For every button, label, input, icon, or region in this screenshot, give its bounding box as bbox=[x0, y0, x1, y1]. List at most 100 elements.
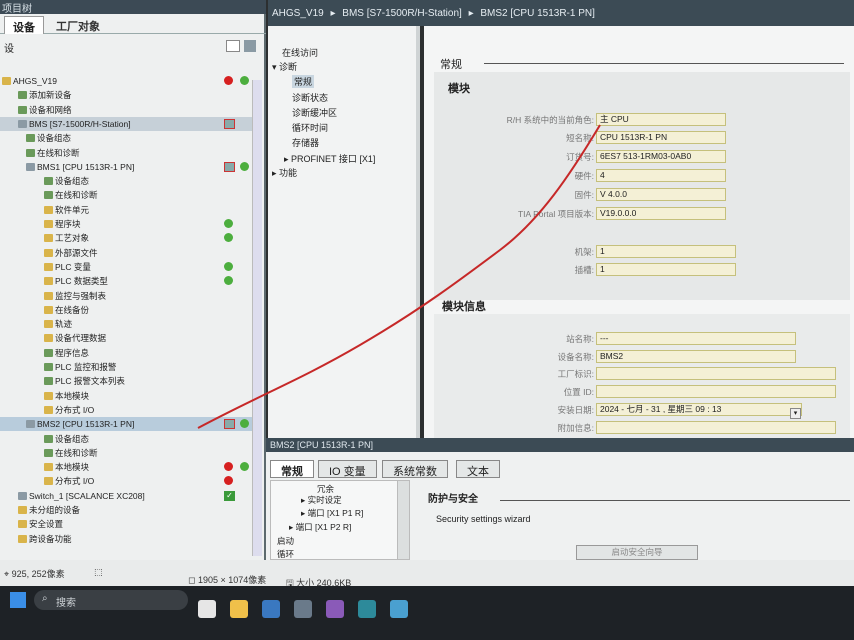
nav-functions[interactable]: ▸ 功能 bbox=[272, 166, 297, 179]
app-icon[interactable] bbox=[390, 600, 408, 618]
tree-item[interactable]: 设备代理数据 bbox=[0, 331, 262, 345]
nav-memory[interactable]: 存储器 bbox=[292, 136, 319, 149]
tree-item[interactable]: 在线和诊断 bbox=[0, 188, 262, 202]
tree-item[interactable]: 跨设备功能 bbox=[0, 532, 262, 546]
tree-item[interactable]: 分布式 I/O bbox=[0, 403, 262, 417]
ok-status-icon bbox=[240, 161, 249, 171]
tree-item-label: 设备和网络 bbox=[29, 104, 72, 115]
app-icon[interactable] bbox=[326, 600, 344, 618]
inspector-tab-general[interactable]: 常规 bbox=[270, 460, 314, 478]
tree-item[interactable]: 本地模块 bbox=[0, 460, 262, 474]
tree-node-icon bbox=[44, 448, 53, 457]
tree-item[interactable]: PLC 变量 bbox=[0, 260, 262, 274]
nav-diagnostic-buffer[interactable]: 诊断缓冲区 bbox=[292, 106, 337, 119]
tree-item[interactable]: PLC 数据类型 bbox=[0, 274, 262, 288]
nav-diagnostic-status[interactable]: 诊断状态 bbox=[292, 91, 328, 104]
inspector-nav-item[interactable]: ▸ 端口 [X1 P1 R] bbox=[301, 507, 363, 519]
tree-item[interactable]: BMS1 [CPU 1513R-1 PN] bbox=[0, 160, 262, 174]
app-icon[interactable] bbox=[294, 600, 312, 618]
tree-item[interactable]: 设备组态 bbox=[0, 174, 262, 188]
taskview-icon[interactable] bbox=[198, 600, 216, 618]
ok-status-icon bbox=[224, 261, 233, 271]
tree-item[interactable]: 未分组的设备 bbox=[0, 503, 262, 517]
tree-settings-icon[interactable] bbox=[244, 40, 256, 52]
tree-node-icon bbox=[44, 405, 53, 414]
tab-plant-objects[interactable]: 工厂对象 bbox=[48, 16, 108, 34]
tree-item-label: 外部源文件 bbox=[55, 247, 98, 258]
tree-item[interactable]: 设备组态 bbox=[0, 432, 262, 446]
tree-item[interactable]: 轨迹 bbox=[0, 317, 262, 331]
breadcrumb-station[interactable]: BMS [S7-1500R/H-Station] bbox=[342, 8, 462, 19]
field-label: 订货号: bbox=[566, 152, 594, 162]
taskbar-search[interactable]: ⌕ 搜索 bbox=[34, 590, 188, 610]
tree-item[interactable]: 本地模块 bbox=[0, 389, 262, 403]
field-value: 4 bbox=[596, 169, 726, 182]
inspector-tab-system-constants[interactable]: 系统常数 bbox=[382, 460, 448, 478]
app-icon[interactable] bbox=[262, 600, 280, 618]
tree-item[interactable]: PLC 报警文本列表 bbox=[0, 374, 262, 388]
tree-item[interactable]: 在线和诊断 bbox=[0, 146, 262, 160]
tree-item[interactable]: 监控与强制表 bbox=[0, 289, 262, 303]
file-explorer-icon[interactable] bbox=[230, 600, 248, 618]
tree-node-icon bbox=[44, 262, 53, 271]
tree-item[interactable]: AHGS_V19 bbox=[0, 74, 262, 88]
tree-item[interactable]: BMS2 [CPU 1513R-1 PN] bbox=[0, 417, 262, 432]
nav-cycle-time[interactable]: 循环时间 bbox=[292, 121, 328, 134]
tree-node-icon bbox=[44, 191, 53, 200]
date-dropdown-icon[interactable]: ▾ bbox=[790, 408, 801, 419]
tree-item-label: 设备代理数据 bbox=[55, 333, 107, 344]
tree-item[interactable]: BMS [S7-1500R/H-Station] bbox=[0, 116, 262, 131]
project-tree: AHGS_V19 添加新设备设备和网络 BMS [S7-1500R/H-Statio… bbox=[0, 74, 262, 560]
selection-icon: ⬚ bbox=[94, 567, 103, 577]
tree-item[interactable]: Switch_1 [SCALANCE XC208] ✓ bbox=[0, 489, 262, 503]
tree-item-label: 在线和诊断 bbox=[55, 190, 98, 201]
tree-item-label: Switch_1 [SCALANCE XC208] bbox=[29, 490, 145, 501]
tree-node-icon bbox=[26, 134, 35, 143]
tree-node-icon bbox=[18, 520, 27, 529]
tree-item[interactable]: 外部源文件 bbox=[0, 246, 262, 260]
tree-item[interactable]: 设备和网络 bbox=[0, 103, 262, 117]
inspector-title: BMS2 [CPU 1513R-1 PN] bbox=[266, 438, 854, 452]
tree-item[interactable]: 添加新设备 bbox=[0, 88, 262, 102]
tree-item[interactable]: 工艺对象 bbox=[0, 231, 262, 245]
tree-item[interactable]: 程序信息 bbox=[0, 346, 262, 360]
field-label: 短名称: bbox=[566, 133, 594, 143]
breadcrumb-cpu[interactable]: BMS2 [CPU 1513R-1 PN] bbox=[480, 8, 595, 19]
inspector-nav-item[interactable]: ▸ 实时设定 bbox=[301, 494, 342, 506]
nav-diagnostics[interactable]: ▾ 诊断 bbox=[272, 60, 297, 73]
tree-item[interactable]: 分布式 I/O bbox=[0, 474, 262, 488]
view-toggle-icon[interactable] bbox=[226, 40, 240, 52]
windows-start-icon[interactable] bbox=[10, 592, 26, 608]
tree-node-icon bbox=[44, 320, 53, 329]
tia-portal-icon[interactable] bbox=[358, 600, 376, 618]
tree-item-label: BMS1 [CPU 1513R-1 PN] bbox=[37, 161, 135, 172]
tree-item[interactable]: 程序块 bbox=[0, 217, 262, 231]
tab-devices[interactable]: 设备 bbox=[4, 16, 44, 34]
start-security-wizard-button[interactable]: 启动安全向导 bbox=[576, 545, 698, 560]
field-value: V 4.0.0 bbox=[596, 188, 726, 201]
tree-item[interactable]: 在线备份 bbox=[0, 303, 262, 317]
nav-online-access[interactable]: 在线访问 bbox=[282, 46, 318, 59]
image-size-icon: ◻ bbox=[188, 575, 198, 585]
field-label: R/H 系统中的当前角色: bbox=[506, 115, 594, 125]
nav-general[interactable]: 常规 bbox=[292, 75, 315, 88]
tree-scrollbar[interactable] bbox=[252, 80, 262, 556]
nav-profinet-interface[interactable]: ▸ PROFINET 接口 [X1] bbox=[284, 152, 375, 165]
inspector-nav-scrollbar[interactable] bbox=[397, 481, 409, 559]
inspector-nav-item[interactable]: 启动 bbox=[277, 535, 294, 547]
tree-node-icon bbox=[44, 277, 53, 286]
inspector-nav-item[interactable]: ▸ 端口 [X1 P2 R] bbox=[289, 521, 351, 533]
tree-item[interactable]: 设备组态 bbox=[0, 131, 262, 145]
project-tree-title: 项目树 bbox=[0, 0, 266, 15]
tree-item[interactable]: PLC 监控和报警 bbox=[0, 360, 262, 374]
tree-item[interactable]: 软件单元 bbox=[0, 203, 262, 217]
tree-item[interactable]: 安全设置 bbox=[0, 517, 262, 531]
inspector-tab-texts[interactable]: 文本 bbox=[456, 460, 500, 478]
tree-node-icon bbox=[26, 148, 35, 157]
inspector-nav-item[interactable]: 循环 bbox=[277, 548, 294, 560]
breadcrumb-project[interactable]: AHGS_V19 bbox=[272, 8, 324, 19]
inspector-tab-io-tags[interactable]: IO 变量 bbox=[318, 460, 377, 478]
field-label: 附加信息: bbox=[557, 423, 594, 433]
tree-item-label: 本地模块 bbox=[55, 462, 90, 473]
tree-item[interactable]: 在线和诊断 bbox=[0, 446, 262, 460]
